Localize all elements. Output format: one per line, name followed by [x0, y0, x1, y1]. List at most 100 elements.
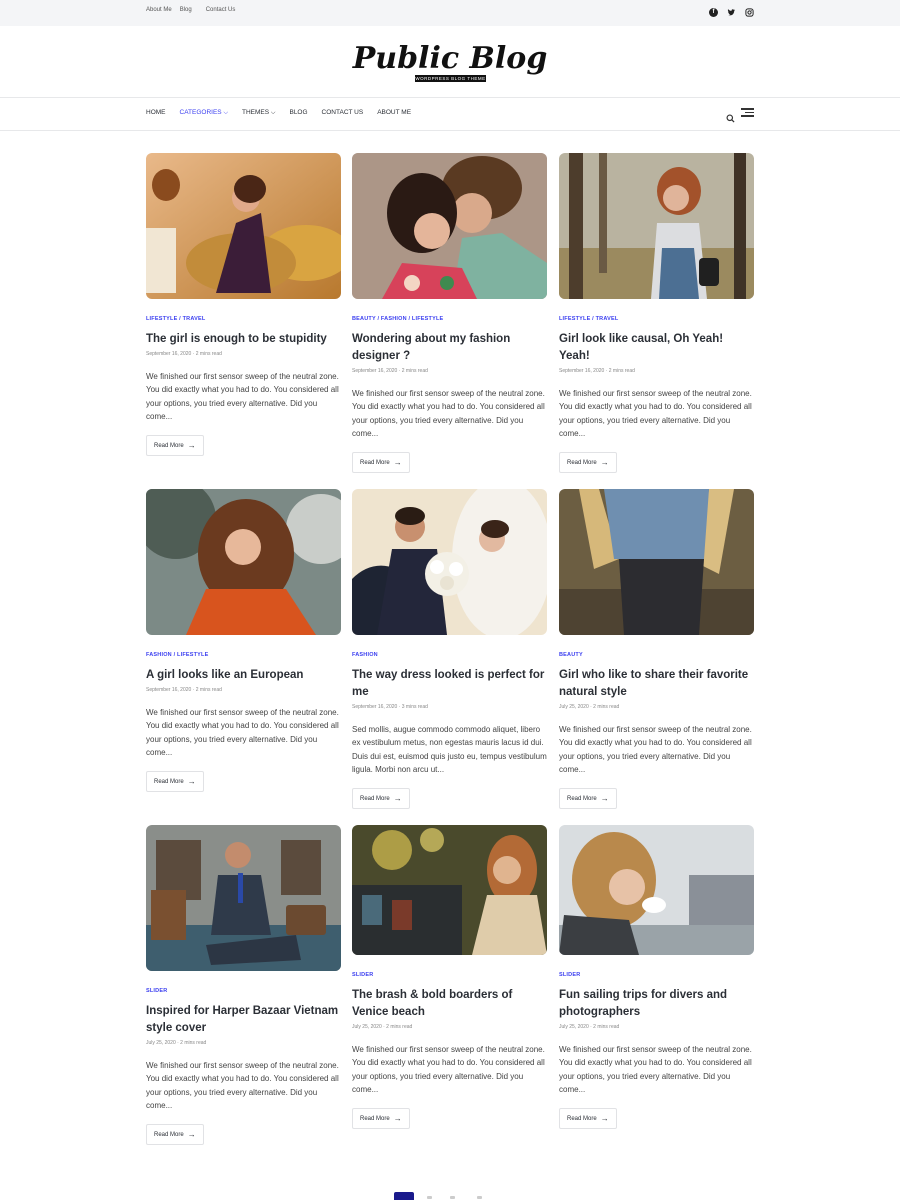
nav-item-themes[interactable]: THEMES ⌵ — [242, 109, 275, 117]
post-thumbnail[interactable] — [352, 825, 547, 955]
post-title[interactable]: Girl who like to share their favorite na… — [559, 667, 754, 701]
post-card: LIFESTYLE / TRAVEL The girl is enough to… — [146, 153, 341, 457]
site-header: Public Blog WORDPRESS BLOG THEME — [0, 26, 900, 98]
read-more-label: Read More — [360, 459, 390, 466]
post-meta: September 16, 2020 · 2 mins read — [352, 368, 428, 374]
post-thumbnail[interactable] — [146, 153, 341, 299]
post-categories[interactable]: SLIDER — [146, 988, 341, 994]
top-link-about-me[interactable]: About Me — [146, 7, 172, 13]
post-categories[interactable]: SLIDER — [559, 972, 754, 978]
read-more-button[interactable]: Read More → — [559, 788, 617, 810]
post-thumbnail[interactable] — [146, 489, 341, 635]
post-title[interactable]: The way dress looked is perfect for me — [352, 667, 547, 701]
post-excerpt: We finished our first sensor sweep of th… — [559, 1045, 752, 1094]
post-card: FASHION / LIFESTYLE A girl looks like an… — [146, 489, 341, 793]
read-more-label: Read More — [567, 1115, 597, 1122]
search-icon[interactable] — [726, 110, 735, 123]
post-meta: September 16, 2020 · 2 mins read — [146, 687, 222, 693]
nav-item-blog[interactable]: BLOG — [289, 109, 307, 117]
post-excerpt: We finished our first sensor sweep of th… — [559, 389, 752, 438]
post-card: BEAUTY Girl who like to share their favo… — [559, 489, 754, 810]
post-categories[interactable]: SLIDER — [352, 972, 547, 978]
read-more-button[interactable]: Read More → — [146, 1124, 204, 1146]
twitter-icon[interactable] — [727, 8, 736, 17]
hamburger-menu-icon[interactable] — [741, 107, 754, 117]
post-title[interactable]: The brash & bold boarders of Venice beac… — [352, 987, 547, 1021]
arrow-right-icon: → — [187, 1130, 196, 1140]
site-logo[interactable]: Public Blog — [0, 41, 900, 76]
nav-item-label: CATEGORIES — [179, 109, 222, 116]
top-link-blog[interactable]: Blog — [180, 7, 192, 13]
post-excerpt: We finished our first sensor sweep of th… — [146, 372, 339, 421]
post-title[interactable]: Wondering about my fashion designer ? — [352, 331, 547, 365]
arrow-right-icon: → — [187, 777, 196, 787]
post-categories[interactable]: LIFESTYLE / TRAVEL — [559, 316, 754, 322]
read-more-label: Read More — [360, 1115, 390, 1122]
nav-item-label: BLOG — [289, 109, 308, 116]
read-more-button[interactable]: Read More → — [352, 788, 410, 810]
post-title[interactable]: A girl looks like an European — [146, 667, 341, 684]
post-card: SLIDER Fun sailing trips for divers and … — [559, 825, 754, 1130]
post-categories[interactable]: LIFESTYLE / TRAVEL — [146, 316, 341, 322]
post-meta: September 16, 2020 · 3 mins read — [352, 704, 428, 710]
chevron-down-icon: ⌵ — [223, 110, 229, 116]
read-more-button[interactable]: Read More → — [559, 1108, 617, 1130]
read-more-button[interactable]: Read More → — [352, 452, 410, 474]
post-categories[interactable]: BEAUTY — [559, 652, 754, 658]
post-card: BEAUTY / FASHION / LIFESTYLE Wondering a… — [352, 153, 547, 474]
post-title[interactable]: Inspired for Harper Bazaar Vietnam style… — [146, 1003, 341, 1037]
nav-item-label: HOME — [146, 109, 166, 116]
nav-item-categories[interactable]: CATEGORIES ⌵ — [180, 109, 229, 117]
chevron-down-icon: ⌵ — [270, 110, 276, 116]
pagination-current-page[interactable] — [394, 1192, 414, 1200]
nav-item-contact-us[interactable]: CONTACT US — [322, 109, 364, 117]
post-excerpt: We finished our first sensor sweep of th… — [352, 389, 545, 438]
post-thumbnail[interactable] — [352, 153, 547, 299]
post-card: SLIDER The brash & bold boarders of Veni… — [352, 825, 547, 1130]
nav-item-label: ABOUT ME — [377, 109, 412, 116]
nav-tools — [726, 107, 754, 123]
pagination-page[interactable] — [450, 1196, 455, 1199]
read-more-button[interactable]: Read More → — [559, 452, 617, 474]
post-excerpt: We finished our first sensor sweep of th… — [559, 725, 752, 774]
post-meta: September 16, 2020 · 2 mins read — [559, 368, 635, 374]
instagram-icon[interactable] — [745, 8, 754, 17]
post-meta: July 25, 2020 · 2 mins read — [352, 1024, 413, 1030]
post-categories[interactable]: FASHION / LIFESTYLE — [146, 652, 341, 658]
post-title[interactable]: Girl look like causal, Oh Yeah! Yeah! — [559, 331, 754, 365]
post-thumbnail[interactable] — [559, 489, 754, 635]
post-card: LIFESTYLE / TRAVEL Girl look like causal… — [559, 153, 754, 474]
read-more-label: Read More — [154, 778, 184, 785]
read-more-label: Read More — [154, 442, 184, 449]
post-thumbnail[interactable] — [559, 153, 754, 299]
read-more-button[interactable]: Read More → — [146, 771, 204, 793]
nav-item-about-me[interactable]: ABOUT ME — [377, 109, 411, 117]
post-card: FASHION The way dress looked is perfect … — [352, 489, 547, 810]
pagination-page[interactable] — [427, 1196, 432, 1199]
arrow-right-icon: → — [393, 1114, 402, 1124]
read-more-label: Read More — [567, 795, 597, 802]
pagination-page[interactable] — [477, 1196, 482, 1199]
top-link-contact-us[interactable]: Contact Us — [206, 7, 236, 13]
post-thumbnail[interactable] — [146, 825, 341, 971]
post-title[interactable]: Fun sailing trips for divers and photogr… — [559, 987, 754, 1021]
post-categories[interactable]: FASHION — [352, 652, 547, 658]
post-title[interactable]: The girl is enough to be stupidity — [146, 331, 341, 348]
social-links: f — [709, 8, 754, 17]
top-bar: About Me Blog Contact Us f — [0, 0, 900, 26]
arrow-right-icon: → — [600, 458, 609, 468]
post-thumbnail[interactable] — [352, 489, 547, 635]
arrow-right-icon: → — [600, 794, 609, 804]
post-categories[interactable]: BEAUTY / FASHION / LIFESTYLE — [352, 316, 547, 322]
facebook-icon[interactable]: f — [709, 8, 718, 17]
read-more-label: Read More — [360, 795, 390, 802]
post-meta: July 25, 2020 · 2 mins read — [146, 1040, 207, 1046]
nav-item-home[interactable]: HOME — [146, 109, 166, 117]
post-thumbnail[interactable] — [559, 825, 754, 955]
post-excerpt: We finished our first sensor sweep of th… — [146, 708, 339, 757]
post-meta: July 25, 2020 · 2 mins read — [559, 704, 620, 710]
site-tagline: WORDPRESS BLOG THEME — [415, 75, 486, 82]
read-more-button[interactable]: Read More → — [352, 1108, 410, 1130]
read-more-button[interactable]: Read More → — [146, 435, 204, 457]
read-more-label: Read More — [154, 1131, 184, 1138]
